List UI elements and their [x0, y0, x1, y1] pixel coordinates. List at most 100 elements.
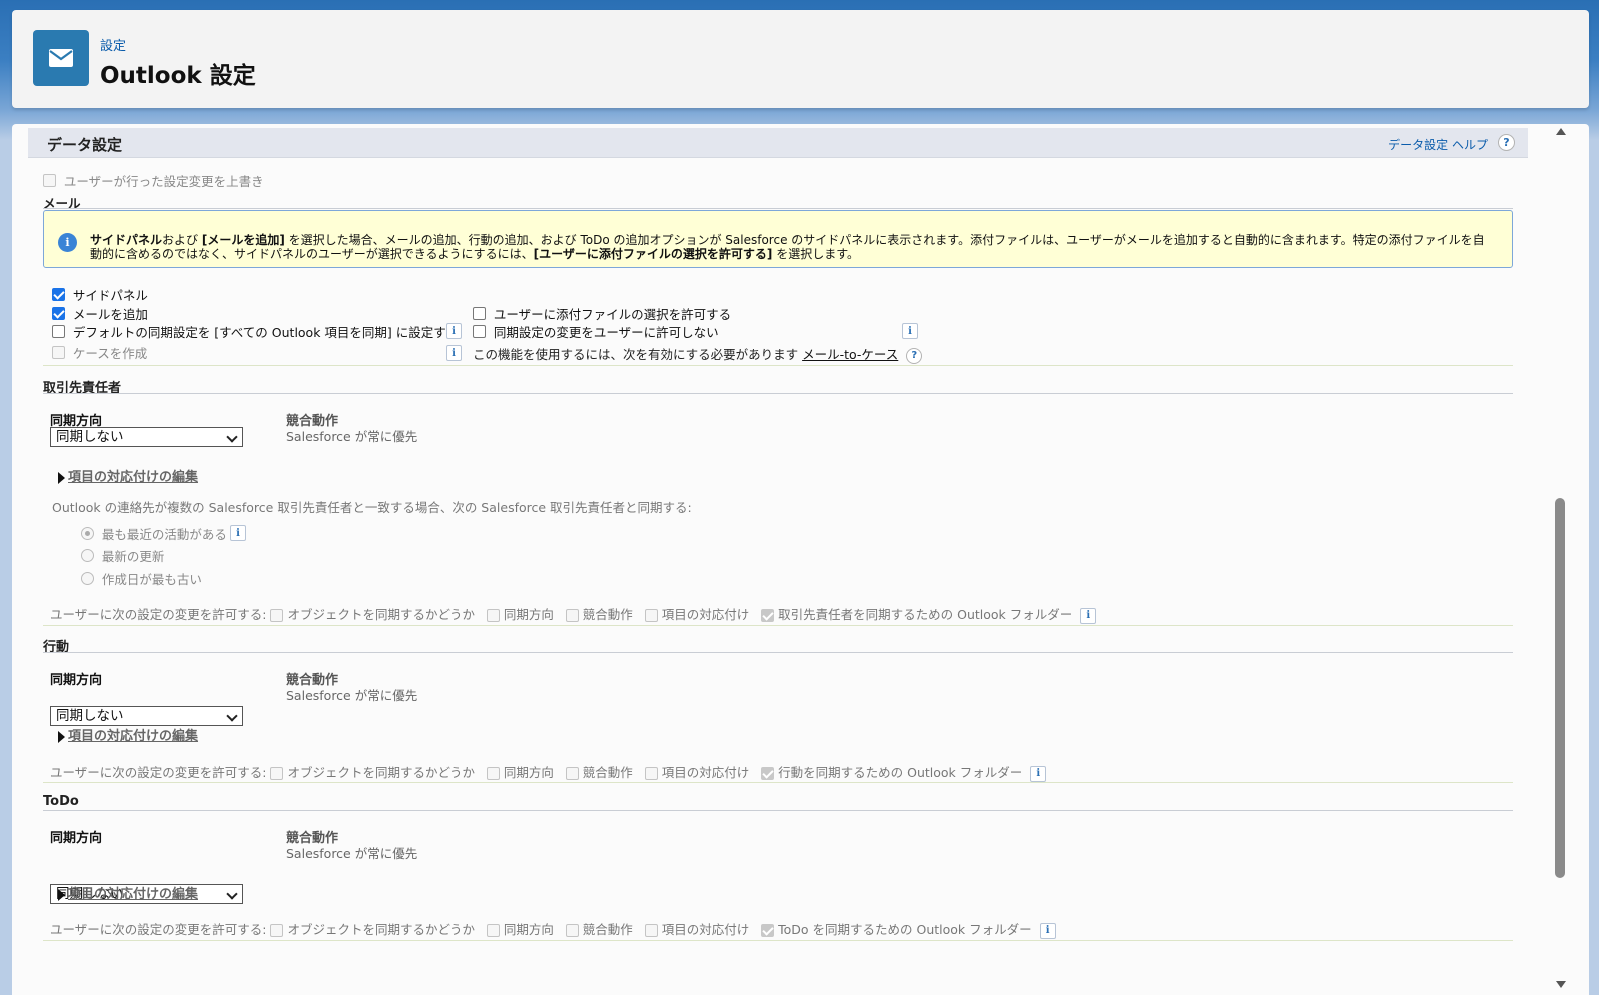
create-case-info-icon[interactable]: i: [446, 345, 462, 361]
events-allow-changes-row: ユーザーに次の設定の変更を許可する: オブジェクトを同期するかどうか 同期方向 …: [50, 762, 1047, 782]
allow-attach-label: ユーザーに添付ファイルの選択を許可する: [493, 307, 732, 322]
todo-edit-mapping-link[interactable]: 項目の対応付けの編集: [68, 887, 198, 902]
expand-triangle-icon[interactable]: [58, 730, 65, 743]
page-title: Outlook 設定: [100, 63, 256, 89]
data-settings-help-link[interactable]: データ設定 ヘルプ: [1388, 136, 1488, 153]
events-allow-mapping-checkbox[interactable]: [644, 767, 658, 780]
events-allow-sync-dir-checkbox[interactable]: [486, 767, 500, 780]
todo-allow-mapping-checkbox[interactable]: [644, 924, 658, 937]
disallow-sync-change-option: 同期設定の変更をユーザーに許可しない: [473, 322, 719, 341]
radio-recent-activity-button[interactable]: [81, 527, 94, 540]
override-option: ユーザーが行った設定変更を上書き: [43, 171, 264, 190]
help-icon[interactable]: ?: [1498, 134, 1515, 151]
expand-triangle-icon[interactable]: [58, 471, 65, 484]
allow-object-sync-label: オブジェクトを同期するかどうか: [287, 607, 475, 622]
allow-prefix: ユーザーに次の設定の変更を許可する:: [50, 922, 267, 937]
allow-sync-dir-label: 同期方向: [503, 922, 554, 937]
allow-folder-label: 取引先責任者を同期するための Outlook フォルダー: [778, 607, 1073, 622]
events-allow-object-sync-checkbox[interactable]: [270, 767, 284, 780]
todo-allow-object-sync-checkbox[interactable]: [270, 924, 284, 937]
create-case-checkbox[interactable]: [52, 346, 65, 359]
default-sync-label: デフォルトの同期設定を [すべての Outlook 項目を同期] に設定する: [72, 325, 459, 340]
side-panel-checkbox[interactable]: [52, 288, 65, 301]
contacts-allow-conflict-checkbox[interactable]: [565, 609, 579, 622]
contacts-sync-direction-select[interactable]: 同期しない: [50, 427, 243, 447]
side-panel-option: サイドパネル: [52, 285, 148, 304]
disallow-sync-change-info-icon[interactable]: i: [902, 323, 918, 339]
radio-latest-update-label: 最新の更新: [101, 549, 165, 564]
allow-mapping-label: 項目の対応付け: [661, 607, 750, 622]
allow-object-sync-label: オブジェクトを同期するかどうか: [287, 922, 475, 937]
divider: [43, 810, 1513, 811]
contacts-folder-info-icon[interactable]: i: [1080, 607, 1097, 624]
allow-conflict-label: 競合動作: [582, 922, 633, 937]
default-sync-info-icon[interactable]: i: [446, 323, 462, 339]
allow-prefix: ユーザーに次の設定の変更を許可する:: [50, 607, 267, 622]
contacts-allow-changes-row: ユーザーに次の設定の変更を許可する: オブジェクトを同期するかどうか 同期方向 …: [50, 604, 1097, 624]
radio-oldest-created-label: 作成日が最も古い: [101, 572, 202, 587]
vertical-scrollbar[interactable]: [1555, 128, 1567, 988]
todo-heading: ToDo: [43, 794, 79, 809]
radio-oldest-created-button[interactable]: [81, 572, 94, 585]
email-to-case-help-icon[interactable]: ?: [906, 347, 923, 364]
divider: [43, 393, 1513, 394]
disallow-sync-change-checkbox[interactable]: [473, 325, 486, 338]
todo-allow-conflict-checkbox[interactable]: [565, 924, 579, 937]
events-sync-direction-select[interactable]: 同期しない: [50, 706, 243, 726]
divider: [43, 625, 1513, 626]
divider: [43, 208, 1513, 209]
allow-attach-checkbox[interactable]: [473, 307, 486, 320]
events-edit-mapping[interactable]: 項目の対応付けの編集: [58, 725, 198, 744]
contacts-allow-object-sync-checkbox[interactable]: [270, 609, 284, 622]
create-case-option: ケースを作成: [52, 343, 147, 362]
radio-latest-update-button[interactable]: [81, 549, 94, 562]
recent-activity-info-icon[interactable]: i: [230, 525, 246, 541]
case-requirement-prefix: この機能を使用するには、次を有効にする必要があります: [473, 347, 803, 362]
override-checkbox[interactable]: [43, 174, 56, 187]
todo-conflict-value: Salesforce が常に優先: [286, 846, 418, 861]
divider: [43, 940, 1513, 941]
events-conflict-value: Salesforce が常に優先: [286, 688, 418, 703]
add-email-checkbox[interactable]: [52, 307, 65, 320]
todo-allow-folder-checkbox[interactable]: [761, 924, 775, 937]
side-panel-label: サイドパネル: [72, 288, 148, 303]
contacts-allow-folder-checkbox[interactable]: [761, 609, 775, 622]
events-folder-info-icon[interactable]: i: [1030, 765, 1047, 782]
allow-object-sync-label: オブジェクトを同期するかどうか: [287, 765, 475, 780]
mail-icon: [33, 30, 89, 86]
allow-sync-dir-label: 同期方向: [503, 765, 554, 780]
breadcrumb[interactable]: 設定: [100, 35, 126, 54]
divider: [43, 782, 1513, 783]
todo-allow-changes-row: ユーザーに次の設定の変更を許可する: オブジェクトを同期するかどうか 同期方向 …: [50, 919, 1056, 939]
events-allow-folder-checkbox[interactable]: [761, 767, 775, 780]
create-case-label: ケースを作成: [72, 346, 148, 361]
radio-oldest-created: 作成日が最も古い: [81, 569, 202, 588]
allow-sync-dir-label: 同期方向: [503, 607, 554, 622]
allow-attach-option: ユーザーに添付ファイルの選択を許可する: [473, 304, 731, 323]
add-email-option: メールを追加: [52, 304, 148, 323]
scroll-up-arrow-icon[interactable]: [1556, 128, 1566, 135]
allow-folder-label: ToDo を同期するための Outlook フォルダー: [778, 922, 1032, 937]
default-sync-option: デフォルトの同期設定を [すべての Outlook 項目を同期] に設定する: [52, 322, 458, 341]
section-title: データ設定: [47, 136, 123, 154]
contacts-edit-mapping-link[interactable]: 項目の対応付けの編集: [68, 470, 198, 485]
events-allow-conflict-checkbox[interactable]: [565, 767, 579, 780]
scroll-down-arrow-icon[interactable]: [1556, 981, 1566, 988]
radio-recent-activity: 最も最近の活動がある: [81, 524, 227, 543]
todo-sync-direction-label: 同期方向: [50, 831, 103, 846]
radio-latest-update: 最新の更新: [81, 546, 164, 565]
default-sync-checkbox[interactable]: [52, 325, 65, 338]
todo-folder-info-icon[interactable]: i: [1039, 922, 1056, 939]
contacts-conflict-value: Salesforce が常に優先: [286, 429, 418, 444]
section-header: データ設定 データ設定 ヘルプ ?: [28, 128, 1528, 158]
contacts-edit-mapping[interactable]: 項目の対応付けの編集: [58, 466, 198, 485]
email-to-case-link[interactable]: メール-to-ケース: [802, 347, 898, 362]
todo-allow-sync-dir-checkbox[interactable]: [486, 924, 500, 937]
events-edit-mapping-link[interactable]: 項目の対応付けの編集: [68, 729, 198, 744]
todo-edit-mapping[interactable]: 項目の対応付けの編集: [58, 883, 198, 902]
contacts-allow-sync-dir-checkbox[interactable]: [486, 609, 500, 622]
allow-prefix: ユーザーに次の設定の変更を許可する:: [50, 765, 267, 780]
contacts-allow-mapping-checkbox[interactable]: [644, 609, 658, 622]
scrollbar-thumb[interactable]: [1555, 498, 1565, 878]
expand-triangle-icon[interactable]: [58, 888, 65, 901]
